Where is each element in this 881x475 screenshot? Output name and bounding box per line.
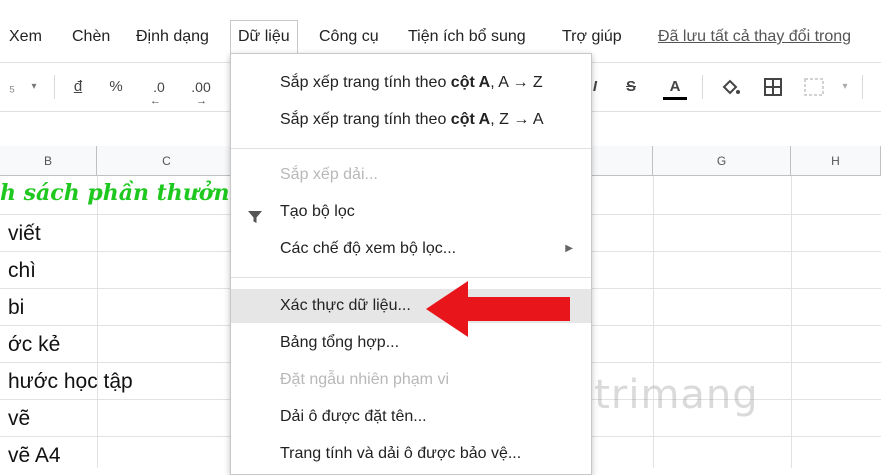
cell-row-6[interactable]: vẽ <box>8 407 30 431</box>
arrow-right-icon: → <box>196 95 207 107</box>
sort-a-z-prefix: Sắp xếp trang tính theo <box>280 74 451 91</box>
menu-insert[interactable]: Chèn <box>72 20 110 54</box>
text-color-swatch <box>663 97 687 100</box>
currency-format-button[interactable]: đ <box>68 63 88 111</box>
arrow-left-icon: ← <box>150 95 161 107</box>
toolbar-divider <box>54 75 55 99</box>
submenu-arrow-icon: ▶ <box>565 243 573 254</box>
chevron-down-icon[interactable]: ▾ <box>26 63 42 111</box>
sort-z-a-suffix: , Z → A <box>490 111 544 128</box>
column-header-g[interactable]: G <box>653 146 791 176</box>
filter-views-label: Các chế độ xem bộ lọc... <box>280 240 457 257</box>
column-line <box>791 176 792 468</box>
merge-cells-icon[interactable] <box>803 77 825 102</box>
protected-sheets-label: Trang tính và dải ô được bảo vệ... <box>280 445 522 462</box>
column-header-c[interactable]: C <box>97 146 237 176</box>
data-menu-dropdown: Sắp xếp trang tính theo cột A, A → Z Sắp… <box>230 53 592 475</box>
red-arrow-icon <box>424 278 572 345</box>
column-line <box>653 176 654 468</box>
named-ranges-label: Dải ô được đặt tên... <box>280 408 427 425</box>
cell-row-1[interactable]: viết <box>8 222 41 246</box>
menu-separator <box>231 148 591 149</box>
create-filter-label: Tạo bộ lọc <box>280 203 355 220</box>
borders-icon[interactable] <box>763 77 783 102</box>
cell-row-7[interactable]: vẽ A4 <box>8 444 61 468</box>
fill-color-icon[interactable] <box>720 78 742 103</box>
sort-z-a-column: cột A <box>450 111 491 128</box>
cell-row-4[interactable]: ớc kẻ <box>8 333 60 357</box>
saved-status-link[interactable]: Đã lưu tất cả thay đổi trong <box>658 20 851 54</box>
menu-item-protected-sheets[interactable]: Trang tính và dải ô được bảo vệ... <box>231 437 591 471</box>
menu-data[interactable]: Dữ liệu <box>230 20 298 54</box>
decrease-decimal-label: .0 <box>153 79 165 95</box>
menu-view[interactable]: Xem <box>9 20 42 54</box>
menu-item-named-ranges[interactable]: Dải ô được đặt tên... <box>231 400 591 434</box>
menu-help[interactable]: Trợ giúp <box>562 20 622 54</box>
menu-item-sort-z-a[interactable]: Sắp xếp trang tính theo cột A, Z → A <box>231 103 591 137</box>
sort-range-label: Sắp xếp dải... <box>280 166 378 183</box>
chevron-down-icon[interactable]: ▾ <box>838 63 852 111</box>
menu-item-sort-a-z[interactable]: Sắp xếp trang tính theo cột A, A → Z <box>231 66 591 100</box>
randomize-range-label: Đặt ngẫu nhiên phạm vi <box>280 371 449 388</box>
toolbar-divider <box>862 75 863 99</box>
cell-row-5[interactable]: hước học tập <box>8 370 133 394</box>
menu-item-filter-views[interactable]: Các chế độ xem bộ lọc... ▶ <box>231 232 591 266</box>
toolbar-divider <box>702 75 703 99</box>
text-color-letter: A <box>669 78 681 95</box>
sort-a-z-suffix: , A → Z <box>490 74 543 91</box>
column-header-b[interactable]: B <box>0 146 97 176</box>
font-size-fragment: ₅ <box>8 78 16 95</box>
sort-z-a-prefix: Sắp xếp trang tính theo <box>280 111 451 128</box>
menu-item-create-filter[interactable]: Tạo bộ lọc <box>231 195 591 229</box>
menu-item-randomize-range: Đặt ngẫu nhiên phạm vi <box>231 363 591 397</box>
pivot-table-label: Bảng tổng hợp... <box>280 334 400 351</box>
menu-tools[interactable]: Công cụ <box>319 20 379 54</box>
menu-bar: Xem Chèn Định dạng Dữ liệu Công cụ Tiện … <box>0 20 881 54</box>
increase-decimal-label: .00 <box>191 79 211 95</box>
menu-addons[interactable]: Tiện ích bổ sung <box>408 20 526 54</box>
menu-format[interactable]: Định dạng <box>136 20 209 54</box>
cell-row-3[interactable]: bi <box>8 296 24 320</box>
menu-item-sort-range: Sắp xếp dải... <box>231 158 591 192</box>
strikethrough-icon[interactable]: S <box>620 63 642 111</box>
data-validation-label: Xác thực dữ liệu... <box>280 297 411 314</box>
sort-a-z-column: cột A <box>450 74 491 91</box>
percent-format-button[interactable]: % <box>104 63 128 111</box>
cell-row-2[interactable]: chì <box>8 259 36 283</box>
column-header-h[interactable]: H <box>791 146 881 176</box>
column-line <box>97 176 98 468</box>
text-color-button[interactable]: A <box>660 63 690 111</box>
